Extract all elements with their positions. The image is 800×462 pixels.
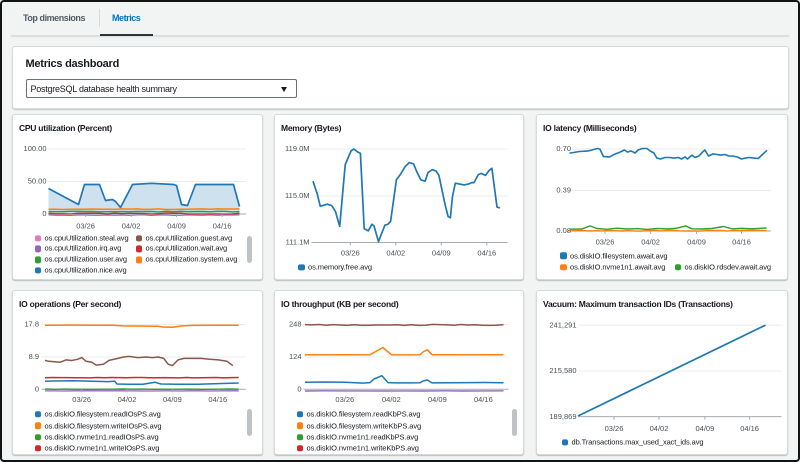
svg-text:04/09: 04/09 [687, 237, 706, 246]
svg-text:248: 248 [288, 320, 301, 329]
svg-text:17.8: 17.8 [24, 320, 39, 329]
svg-text:04/09: 04/09 [163, 395, 182, 404]
svg-text:50.00: 50.00 [27, 176, 46, 185]
svg-text:119.0M: 119.0M [285, 144, 309, 153]
svg-text:215,580: 215,580 [549, 366, 576, 375]
svg-text:04/16: 04/16 [732, 237, 751, 246]
svg-text:0.39: 0.39 [556, 185, 571, 194]
svg-text:04/02: 04/02 [641, 237, 660, 246]
svg-text:03/26: 03/26 [604, 424, 623, 433]
svg-text:04/09: 04/09 [695, 424, 714, 433]
svg-text:03/26: 03/26 [595, 237, 614, 246]
svg-text:03/26: 03/26 [340, 248, 359, 257]
svg-text:04/02: 04/02 [386, 248, 405, 257]
svg-text:04/02: 04/02 [382, 395, 401, 404]
svg-text:04/09: 04/09 [428, 395, 447, 404]
svg-text:04/02: 04/02 [117, 395, 136, 404]
svg-text:03/26: 03/26 [76, 221, 95, 230]
svg-text:04/02: 04/02 [649, 424, 668, 433]
svg-text:0: 0 [297, 384, 301, 393]
svg-text:111.1M: 111.1M [285, 237, 309, 246]
svg-text:189,869: 189,869 [549, 412, 576, 421]
svg-text:124: 124 [288, 352, 301, 361]
svg-text:241,291: 241,291 [549, 320, 576, 329]
svg-text:04/02: 04/02 [121, 221, 140, 230]
svg-text:0.08: 0.08 [556, 226, 571, 235]
svg-text:04/16: 04/16 [208, 395, 227, 404]
svg-text:04/16: 04/16 [212, 221, 231, 230]
svg-text:04/16: 04/16 [474, 395, 493, 404]
svg-text:8.9: 8.9 [28, 352, 38, 361]
svg-text:100.00: 100.00 [23, 144, 46, 153]
svg-text:0: 0 [34, 384, 38, 393]
svg-text:04/16: 04/16 [477, 248, 496, 257]
svg-text:04/16: 04/16 [740, 424, 759, 433]
svg-text:04/09: 04/09 [167, 221, 186, 230]
svg-text:03/26: 03/26 [335, 395, 354, 404]
svg-text:115.0M: 115.0M [285, 191, 309, 200]
svg-text:0.70: 0.70 [556, 144, 571, 153]
svg-text:04/09: 04/09 [431, 248, 450, 257]
svg-text:0: 0 [42, 209, 46, 218]
svg-text:03/26: 03/26 [72, 395, 91, 404]
